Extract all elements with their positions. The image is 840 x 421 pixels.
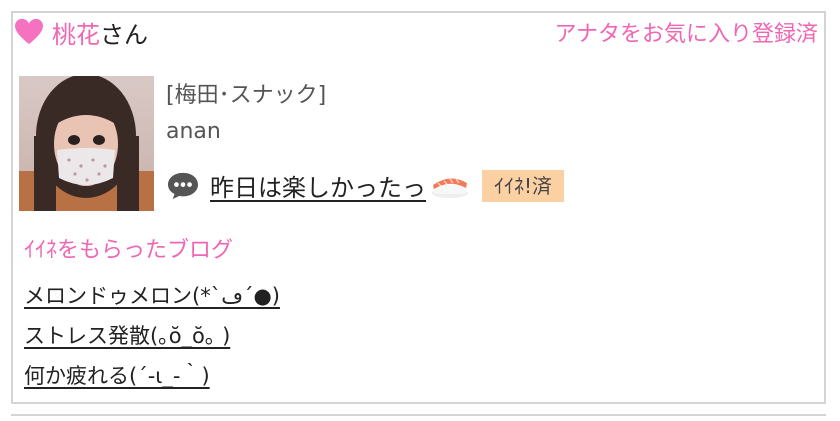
liked-blogs-heading: ｲｲﾈをもらったブログ	[24, 238, 234, 263]
profile-photo-icon	[19, 76, 154, 211]
list-item: ストレス発散(｡ŏ_ŏ｡ )	[24, 320, 280, 360]
list-item: 何か疲れる(´-ι_-｀)	[24, 360, 280, 400]
user-handle: anan	[166, 119, 221, 144]
divider	[11, 414, 826, 416]
latest-blog-link[interactable]: 昨日は楽しかったっ	[210, 168, 426, 203]
profile-info: [梅田･スナック] anan	[166, 80, 326, 148]
list-item: メロンドゥメロン(*`ڡ´●)	[24, 280, 280, 320]
liked-blogs-list: メロンドゥメロン(*`ڡ´●) ストレス発散(｡ŏ_ŏ｡ ) 何か疲れる(´-ι…	[24, 280, 280, 400]
honorific: さん	[100, 20, 148, 49]
card-header: 桃花 さん	[14, 14, 148, 50]
user-name[interactable]: 桃花	[52, 15, 100, 50]
liked-blog-link[interactable]: メロンドゥメロン(*`ڡ´●)	[24, 284, 280, 308]
sushi-icon	[432, 177, 468, 198]
liked-blog-link[interactable]: 何か疲れる(´-ι_-｀)	[24, 364, 210, 388]
latest-blog: 昨日は楽しかったっ ｲｲﾈ!済	[166, 168, 565, 203]
avatar[interactable]	[19, 76, 154, 211]
heart-icon	[15, 18, 43, 45]
like-done-badge: ｲｲﾈ!済	[482, 169, 565, 202]
favorite-status[interactable]: アナタをお気に入り登録済	[554, 16, 818, 48]
liked-blog-link[interactable]: ストレス発散(｡ŏ_ŏ｡ )	[24, 324, 230, 348]
speech-bubble-icon	[168, 172, 198, 199]
shop-category: [梅田･スナック]	[166, 83, 327, 108]
